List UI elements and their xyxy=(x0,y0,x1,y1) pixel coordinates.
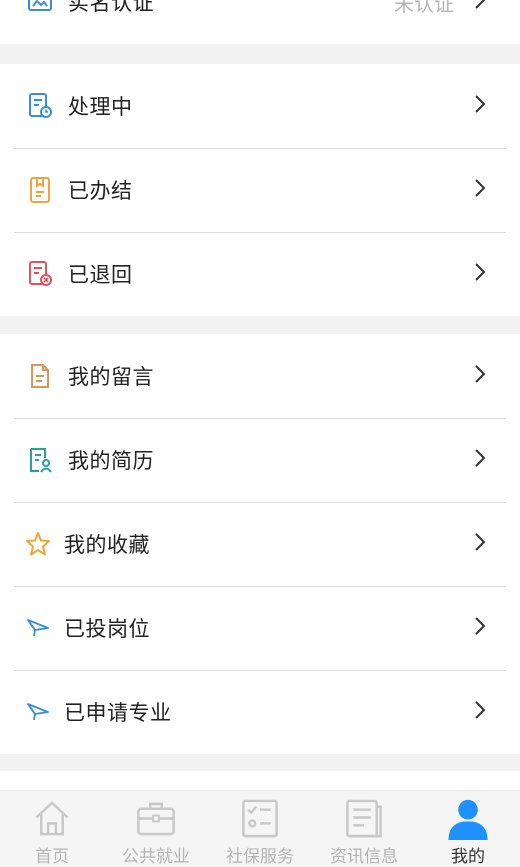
paper-plane-icon xyxy=(24,698,52,726)
tab-public-employment[interactable]: 公共就业 xyxy=(104,791,208,867)
verify-group: 实名认证 未认证 xyxy=(0,0,520,44)
verify-status-value: 未认证 xyxy=(394,0,454,16)
chevron-right-icon xyxy=(475,449,486,467)
briefcase-icon xyxy=(137,802,175,836)
home-icon xyxy=(35,801,69,836)
tab-news-info-label: 资讯信息 xyxy=(330,847,398,867)
tab-mine[interactable]: 我的 xyxy=(416,791,520,867)
id-card-icon xyxy=(26,0,54,16)
completed-document-icon xyxy=(26,176,54,204)
paper-plane-icon xyxy=(24,614,52,642)
completed-label: 已办结 xyxy=(68,179,133,203)
returned-document-icon xyxy=(26,260,54,288)
tab-home-label: 首页 xyxy=(35,847,69,867)
resume-icon xyxy=(26,446,54,474)
chevron-right-icon xyxy=(475,365,486,383)
my-favorites-label: 我的收藏 xyxy=(64,533,150,557)
real-name-verify-row[interactable]: 实名认证 未认证 xyxy=(0,0,520,44)
chevron-right-icon xyxy=(475,0,486,9)
returned-label: 已退回 xyxy=(68,263,133,287)
applied-jobs-row[interactable]: 已投岗位 xyxy=(0,586,520,670)
chevron-right-icon xyxy=(475,179,486,197)
chevron-right-icon xyxy=(475,263,486,281)
chevron-right-icon xyxy=(475,533,486,551)
tab-mine-label: 我的 xyxy=(451,847,485,867)
returned-row[interactable]: 已退回 xyxy=(0,232,520,316)
processing-label: 处理中 xyxy=(68,95,133,119)
applied-majors-row[interactable]: 已申请专业 xyxy=(0,670,520,754)
message-document-icon xyxy=(26,362,54,390)
user-icon xyxy=(448,799,488,840)
status-group: 处理中 已办结 已退回 xyxy=(0,64,520,316)
applied-majors-label: 已申请专业 xyxy=(64,701,172,725)
my-resume-label: 我的简历 xyxy=(68,449,154,473)
completed-row[interactable]: 已办结 xyxy=(0,148,520,232)
tab-public-employment-label: 公共就业 xyxy=(122,847,190,867)
chevron-right-icon xyxy=(475,617,486,635)
news-icon xyxy=(346,799,382,838)
tab-social-security-label: 社保服务 xyxy=(226,847,294,867)
star-icon xyxy=(24,530,52,558)
my-messages-label: 我的留言 xyxy=(68,365,154,389)
chevron-right-icon xyxy=(475,701,486,719)
my-messages-row[interactable]: 我的留言 xyxy=(0,334,520,418)
tab-news-info[interactable]: 资讯信息 xyxy=(312,791,416,867)
tab-social-security[interactable]: 社保服务 xyxy=(208,791,312,867)
real-name-verify-label: 实名认证 xyxy=(68,0,154,15)
profile-page: 实名认证 未认证 处理中 已办结 已退回 我的留言 我的简历 我的收藏 已投岗位… xyxy=(0,0,520,867)
tab-home[interactable]: 首页 xyxy=(0,791,104,867)
bottom-tab-bar: 首页 公共就业 社保服务 资讯信息 我的 xyxy=(0,790,520,867)
chevron-right-icon xyxy=(475,95,486,113)
personal-group: 我的留言 我的简历 我的收藏 已投岗位 已申请专业 xyxy=(0,334,520,754)
checklist-icon xyxy=(242,799,278,838)
processing-row[interactable]: 处理中 xyxy=(0,64,520,148)
applied-jobs-label: 已投岗位 xyxy=(64,617,150,641)
my-favorites-row[interactable]: 我的收藏 xyxy=(0,502,520,586)
processing-document-icon xyxy=(26,92,54,120)
my-resume-row[interactable]: 我的简历 xyxy=(0,418,520,502)
